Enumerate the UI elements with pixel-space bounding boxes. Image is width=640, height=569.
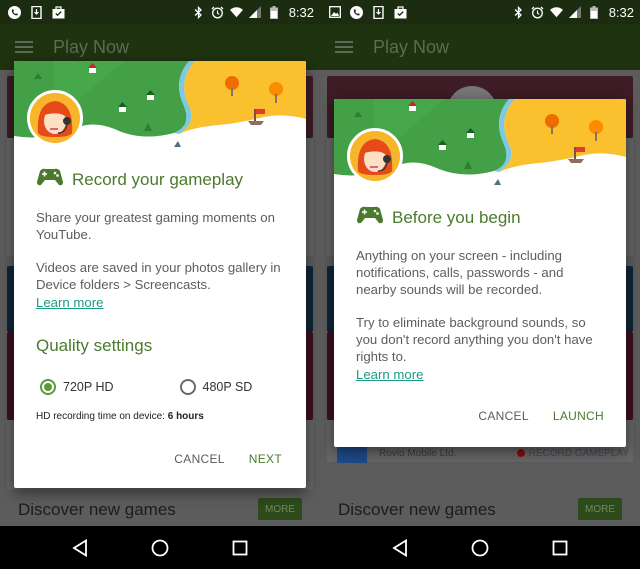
wifi-icon — [229, 6, 243, 19]
navigation-bar — [0, 526, 320, 569]
hero-illustration — [334, 99, 626, 193]
bluetooth-icon — [192, 5, 205, 19]
back-icon[interactable] — [70, 538, 90, 558]
cancel-button[interactable]: CANCEL — [162, 442, 236, 476]
dialog-title: Before you begin — [392, 207, 521, 227]
next-button[interactable]: NEXT — [237, 442, 294, 476]
radio-unselected-icon[interactable] — [179, 379, 196, 395]
before-you-begin-dialog: Before you begin Anything on your screen… — [334, 99, 626, 447]
learn-more-link[interactable]: Learn more — [14, 295, 125, 310]
radio-480p[interactable]: 480P SD — [179, 379, 253, 395]
radio-label: 720P HD — [63, 380, 114, 394]
phone-right: 8:32 Play Now Rovio Mobile Ltd. RECORD G… — [320, 0, 640, 569]
hero-illustration — [14, 61, 306, 155]
recents-icon[interactable] — [550, 538, 570, 558]
publisher-name: Rovio Mobile Ltd. — [379, 447, 457, 459]
home-icon[interactable] — [150, 538, 170, 558]
dialog-paragraph: Share your greatest gaming moments on Yo… — [36, 210, 275, 242]
radio-selected-icon[interactable] — [40, 379, 56, 395]
status-time: 8:32 — [288, 4, 314, 20]
menu-icon[interactable] — [15, 41, 33, 53]
radio-label: 480P SD — [202, 380, 253, 394]
image-icon — [328, 6, 341, 19]
gamepad-icon — [36, 167, 64, 192]
cancel-button[interactable]: CANCEL — [466, 399, 540, 433]
record-dot-icon — [516, 449, 525, 457]
menu-icon[interactable] — [335, 41, 353, 53]
avatar — [347, 128, 403, 184]
home-icon[interactable] — [470, 538, 490, 558]
recents-icon[interactable] — [230, 538, 250, 558]
download-icon — [372, 5, 385, 19]
alarm-icon — [211, 6, 224, 19]
status-bar: 8:32 — [0, 0, 320, 24]
briefcase-check-icon — [52, 5, 65, 19]
more-button[interactable]: MORE — [578, 498, 622, 520]
phone-left: 8:32 Play Now Discover new games MORE Re… — [0, 0, 320, 569]
dialog-title-row: Record your gameplay — [14, 167, 306, 192]
recording-time-label: HD recording time on device: — [36, 411, 168, 422]
dialog-paragraph: Try to eliminate background sounds, so y… — [356, 315, 593, 364]
record-gameplay-button[interactable]: RECORD GAMEPLAY — [516, 448, 629, 459]
app-bar: Play Now — [320, 24, 640, 70]
back-icon[interactable] — [390, 538, 410, 558]
download-icon — [30, 5, 43, 19]
phone-icon — [350, 5, 363, 19]
learn-more-link[interactable]: Learn more — [334, 367, 445, 382]
status-time: 8:32 — [608, 4, 634, 20]
more-button[interactable]: MORE — [258, 498, 302, 520]
quality-settings-title: Quality settings — [36, 336, 153, 355]
battery-icon — [268, 5, 281, 19]
signal-icon — [249, 6, 262, 19]
dialog-paragraph: Videos are saved in your photos gallery … — [36, 260, 281, 292]
recording-time-value: 6 hours — [167, 411, 204, 422]
avatar — [27, 90, 83, 146]
dialog-actions: CANCEL NEXT — [162, 442, 294, 476]
dialog-actions: CANCEL LAUNCH — [466, 399, 616, 433]
quality-radio-group: 720P HD 480P SD — [14, 379, 306, 395]
recording-time: HD recording time on device: 6 hours — [14, 411, 306, 422]
gamepad-icon — [356, 205, 384, 230]
dialog-paragraph: Anything on your screen - including noti… — [356, 248, 564, 297]
discover-title: Discover new games — [338, 500, 496, 519]
record-gameplay-dialog: Record your gameplay Share your greatest… — [14, 61, 306, 488]
dialog-title-row: Before you begin — [334, 205, 626, 230]
discover-title: Discover new games — [18, 500, 176, 519]
battery-icon — [588, 5, 601, 19]
signal-icon — [569, 6, 582, 19]
navigation-bar — [320, 526, 640, 569]
radio-720p[interactable]: 720P HD — [40, 379, 114, 395]
phone-icon — [8, 5, 21, 19]
wifi-icon — [549, 6, 563, 19]
bluetooth-icon — [512, 5, 525, 19]
dialog-title: Record your gameplay — [72, 169, 244, 189]
app-title: Play Now — [53, 36, 130, 57]
screens: 8:32 Play Now Discover new games MORE Re… — [0, 0, 640, 569]
briefcase-check-icon — [394, 5, 407, 19]
launch-button[interactable]: LAUNCH — [541, 399, 616, 433]
status-bar: 8:32 — [320, 0, 640, 24]
app-title: Play Now — [373, 36, 450, 57]
alarm-icon — [531, 6, 544, 19]
